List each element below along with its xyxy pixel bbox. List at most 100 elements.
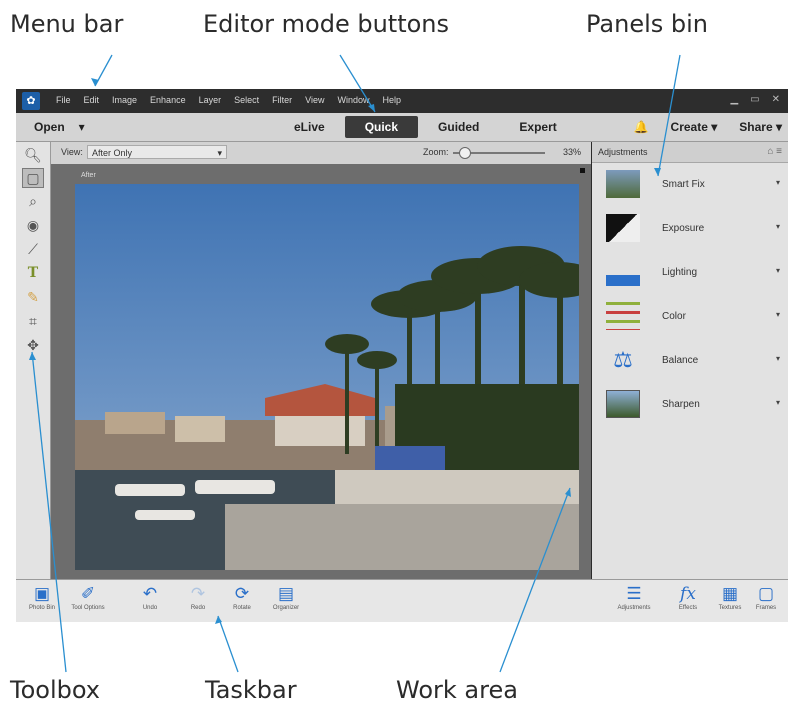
chevron-down-icon[interactable]: ▾: [79, 120, 85, 134]
adjustment-smart-fix[interactable]: Smart Fix ▾: [592, 164, 788, 208]
adjustment-lighting[interactable]: Lighting ▾: [592, 252, 788, 296]
mode-guided-button[interactable]: Guided: [418, 116, 499, 138]
adjustment-label: Sharpen: [662, 399, 700, 410]
zoom-icon[interactable]: 🔍︎: [20, 144, 46, 166]
menu-layer[interactable]: Layer: [199, 95, 222, 105]
callout-toolbox: Toolbox: [10, 676, 100, 704]
menu-view[interactable]: View: [305, 95, 324, 105]
type-icon[interactable]: T: [20, 262, 46, 284]
view-select[interactable]: After Only ▾: [87, 145, 227, 159]
taskbar-label: Redo: [190, 605, 206, 611]
chevron-down-icon[interactable]: ▾: [776, 222, 780, 231]
share-button[interactable]: Share ▾: [739, 120, 782, 134]
red-eye-icon[interactable]: ◉: [20, 214, 46, 236]
mode-expert-button[interactable]: Expert: [499, 116, 576, 138]
quay: [225, 504, 579, 570]
spot-healing-icon[interactable]: ✎: [20, 286, 46, 308]
photoshop-elements-logo-icon[interactable]: ✿: [22, 92, 40, 110]
move-icon[interactable]: ✥: [20, 334, 46, 356]
view-label: View:: [61, 147, 83, 157]
chevron-down-icon[interactable]: ▾: [776, 266, 780, 275]
panels-bin: Adjustments ⌂ ≡ Smart Fix ▾ Exposure ▾ L…: [592, 142, 788, 579]
taskbar-label: Textures: [718, 605, 742, 611]
chevron-down-icon: ▾: [711, 120, 718, 134]
quick-selection-icon[interactable]: ⌕: [20, 190, 46, 212]
adjustments-button[interactable]: ☰ Adjustments: [612, 583, 656, 611]
adjustment-color[interactable]: Color ▾: [592, 296, 788, 340]
chevron-down-icon[interactable]: ▾: [776, 178, 780, 187]
sharpen-icon: [606, 390, 640, 418]
hand-icon[interactable]: ▢: [22, 168, 44, 188]
frames-button[interactable]: ▢ Frames: [746, 583, 786, 611]
menu-filter[interactable]: Filter: [272, 95, 292, 105]
callout-work-area: Work area: [396, 676, 518, 704]
crop-icon[interactable]: ⌗: [20, 310, 46, 332]
photo-bin-button[interactable]: ▣ Photo Bin: [20, 583, 64, 611]
mode-quick-button[interactable]: Quick: [344, 116, 419, 138]
view-value: After Only: [92, 148, 133, 158]
chevron-down-icon: ▾: [775, 120, 782, 134]
menu-window[interactable]: Window: [337, 95, 369, 105]
callout-panels-bin: Panels bin: [586, 10, 708, 38]
minimize-icon[interactable]: ▁: [730, 94, 738, 105]
zoom-slider-handle[interactable]: [459, 147, 472, 159]
work-area: View: After Only ▾ Zoom: 33% After: [51, 142, 591, 579]
menu-edit[interactable]: Edit: [84, 95, 100, 105]
smart-fix-icon: [606, 170, 640, 198]
menu-enhance[interactable]: Enhance: [150, 95, 186, 105]
fit-indicator-icon: [580, 168, 585, 173]
harbor-photo: [75, 184, 579, 570]
menu-file[interactable]: File: [56, 95, 71, 105]
adjustments-icon: ☰: [626, 584, 642, 603]
after-label: After: [81, 172, 96, 179]
panel-menu-icon[interactable]: ⌂ ≡: [767, 146, 782, 157]
photo-canvas[interactable]: [75, 184, 579, 570]
taskbar-label: Organizer: [272, 605, 300, 611]
tool-options-icon: ✐: [80, 584, 96, 603]
chevron-down-icon[interactable]: ▾: [776, 310, 780, 319]
create-button[interactable]: Create ▾: [671, 120, 718, 134]
chevron-down-icon[interactable]: ▾: [776, 398, 780, 407]
organizer-icon: ▤: [277, 584, 295, 603]
adjustment-sharpen[interactable]: Sharpen ▾: [592, 384, 788, 428]
organizer-button[interactable]: ▤ Organizer: [264, 583, 308, 611]
taskbar-label: Tool Options: [71, 605, 105, 611]
balance-icon: ⚖: [613, 347, 633, 372]
share-label: Share: [739, 120, 773, 134]
open-button[interactable]: Open ▾: [34, 120, 85, 134]
adjustment-label: Color: [662, 311, 686, 322]
window-controls: ▁ ▭ ✕: [730, 94, 780, 105]
undo-button[interactable]: ↶ Undo: [128, 583, 172, 611]
zoom-slider[interactable]: [453, 147, 545, 159]
color-icon: [606, 302, 640, 330]
redo-button[interactable]: ↷ Redo: [176, 583, 220, 611]
menu-image[interactable]: Image: [112, 95, 137, 105]
adjustment-balance[interactable]: ⚖ Balance ▾: [592, 340, 788, 384]
effects-button[interactable]: fx Effects: [666, 583, 710, 611]
adjustment-label: Lighting: [662, 267, 698, 278]
menu-bar-arrowhead: [91, 78, 99, 86]
menu-bar-leader: [94, 54, 113, 87]
close-icon[interactable]: ✕: [772, 94, 780, 105]
menu-select[interactable]: Select: [234, 95, 259, 105]
mode-elive-button[interactable]: eLive: [274, 116, 345, 138]
lighting-icon: [606, 258, 640, 286]
adjustment-label: Smart Fix: [662, 179, 705, 190]
rotate-button[interactable]: ⟳ Rotate: [220, 583, 264, 611]
chevron-down-icon[interactable]: ▾: [776, 354, 780, 363]
modebar-right: 🔔 Create ▾ Share ▾: [634, 120, 782, 134]
photo-bin-icon: ▣: [33, 584, 51, 603]
whiten-teeth-icon[interactable]: ⟋: [20, 238, 46, 260]
undo-icon: ↶: [142, 584, 158, 603]
panel-title: Adjustments: [598, 147, 648, 157]
maximize-icon[interactable]: ▭: [750, 94, 759, 105]
menu-help[interactable]: Help: [382, 95, 401, 105]
notification-bell-icon[interactable]: 🔔: [634, 120, 649, 134]
adjustment-exposure[interactable]: Exposure ▾: [592, 208, 788, 252]
taskbar-label: Effects: [678, 605, 698, 611]
chevron-down-icon: ▾: [217, 148, 222, 158]
tool-options-button[interactable]: ✐ Tool Options: [66, 583, 110, 611]
effects-icon: fx: [680, 584, 696, 604]
exposure-icon: [606, 214, 640, 242]
adjustment-label: Exposure: [662, 223, 705, 234]
